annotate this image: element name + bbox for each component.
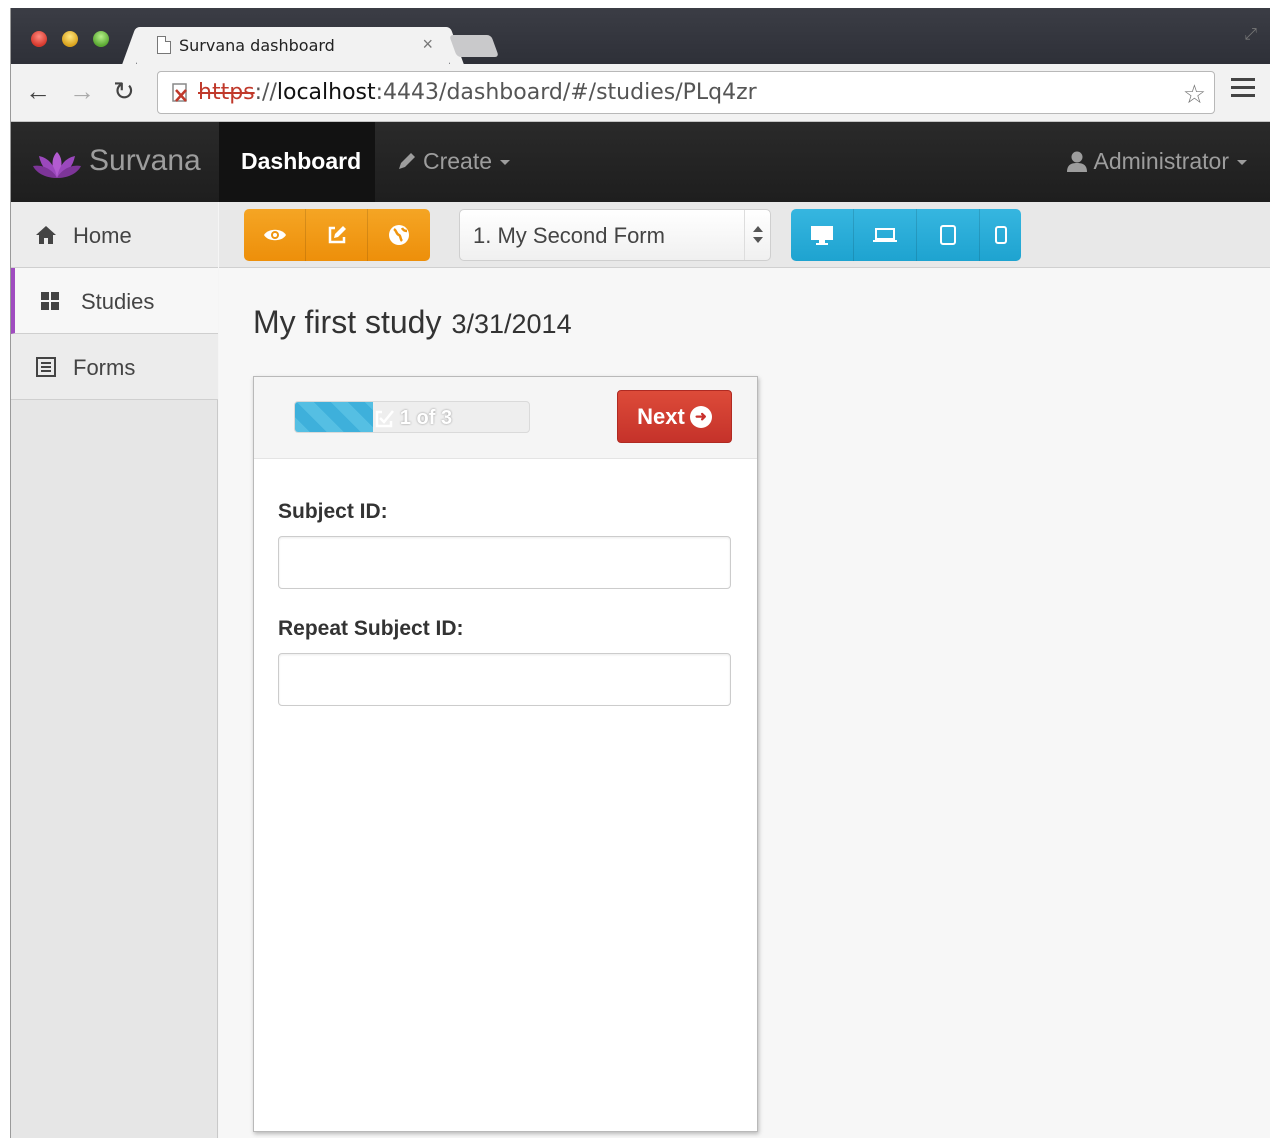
browser-menu-icon[interactable] (1231, 78, 1255, 102)
study-title: My first study (253, 304, 442, 340)
browser-toolbar: ← → ↻ https://localhost:4443/dashboard/#… (11, 64, 1270, 122)
edit-icon (328, 226, 346, 244)
browser-window: Survana dashboard × ⤢ ← → ↻ https://loca… (10, 8, 1270, 1138)
publish-button[interactable] (368, 209, 430, 261)
sidebar-item-label: Forms (73, 355, 136, 380)
user-menu-dropdown[interactable]: Administrator (1066, 148, 1247, 175)
address-bar[interactable]: https://localhost:4443/dashboard/#/studi… (157, 71, 1215, 114)
zoom-window-button[interactable] (93, 31, 109, 47)
title-bar: Survana dashboard × ⤢ (11, 8, 1270, 64)
phone-view-button[interactable] (980, 209, 1021, 261)
sidebar-item-studies[interactable]: Studies (11, 268, 218, 334)
caret-down-icon (500, 160, 511, 166)
tablet-view-button[interactable] (917, 209, 980, 261)
laptop-view-button[interactable] (854, 209, 917, 261)
home-icon (36, 226, 56, 244)
fullscreen-icon[interactable]: ⤢ (1244, 26, 1257, 44)
globe-icon (389, 225, 409, 245)
eye-icon (263, 229, 286, 241)
nav-create-dropdown[interactable]: Create (397, 148, 511, 175)
close-tab-icon[interactable]: × (422, 34, 433, 55)
form-mode-buttons (244, 209, 430, 261)
next-button[interactable]: Next ➜ (617, 390, 732, 443)
new-tab-button[interactable] (448, 35, 500, 57)
main-content: 1. My Second Form My first study 3/31/201… (219, 202, 1270, 1138)
page-title: My first study 3/31/2014 (253, 304, 572, 341)
reload-icon[interactable]: ↻ (113, 76, 135, 107)
page-icon (157, 36, 171, 54)
sidebar: Home Studies Forms (11, 202, 218, 1138)
study-date: 3/31/2014 (451, 309, 572, 339)
edit-button[interactable] (306, 209, 368, 261)
repeat-subject-id-label: Repeat Subject ID: (278, 617, 464, 640)
lotus-logo-icon (33, 152, 81, 178)
subject-id-input[interactable] (278, 536, 731, 589)
subject-id-label: Subject ID: (278, 500, 388, 523)
form-preview-card: 1 of 3 Next ➜ Subject ID: Repeat Subject … (253, 376, 758, 1132)
grid-icon (41, 292, 59, 310)
phone-icon (994, 226, 1007, 244)
progress-text: 1 of 3 (399, 407, 453, 429)
arrow-right-icon: ➜ (689, 405, 712, 428)
nav-dashboard-label: Dashboard (241, 148, 362, 174)
nav-dashboard[interactable]: Dashboard (219, 122, 375, 202)
check-edit-icon (375, 409, 394, 427)
tablet-icon (940, 225, 956, 245)
browser-tab[interactable]: Survana dashboard × (137, 27, 449, 64)
url-text: https://localhost:4443/dashboard/#/studi… (198, 80, 757, 105)
tab-title: Survana dashboard (179, 36, 335, 55)
sidebar-item-label: Home (73, 223, 132, 248)
sidebar-item-home[interactable]: Home (11, 202, 218, 268)
insecure-lock-icon[interactable] (170, 82, 192, 104)
nav-create-label: Create (423, 148, 493, 174)
list-icon (36, 357, 56, 377)
forward-icon[interactable]: → (69, 76, 95, 107)
form-card-header: 1 of 3 Next ➜ (254, 377, 757, 459)
laptop-icon (873, 228, 897, 242)
desktop-view-button[interactable] (791, 209, 854, 261)
caret-down-icon (1237, 160, 1247, 166)
user-name: Administrator (1093, 148, 1229, 174)
sidebar-item-forms[interactable]: Forms (11, 334, 218, 400)
select-arrows-icon (744, 210, 770, 260)
pencil-icon (399, 153, 415, 169)
preview-button[interactable] (244, 209, 306, 261)
next-button-label: Next (637, 403, 685, 429)
user-icon (1066, 151, 1087, 172)
sidebar-item-label: Studies (81, 289, 155, 314)
form-select[interactable]: 1. My Second Form (459, 209, 771, 261)
bookmark-star-icon[interactable]: ☆ (1183, 79, 1206, 110)
repeat-subject-id-input[interactable] (278, 653, 731, 706)
close-window-button[interactable] (31, 31, 47, 47)
app-navbar: Survana Dashboard Create Administrator (11, 122, 1270, 202)
progress-label: 1 of 3 (295, 402, 529, 432)
form-toolbar: 1. My Second Form (219, 202, 1270, 268)
form-select-value: 1. My Second Form (473, 223, 665, 248)
progress-bar: 1 of 3 (294, 401, 530, 433)
brand-name: Survana (89, 144, 201, 177)
back-icon[interactable]: ← (25, 76, 51, 107)
desktop-icon (811, 226, 833, 245)
device-buttons (791, 209, 1021, 261)
minimize-window-button[interactable] (62, 31, 78, 47)
